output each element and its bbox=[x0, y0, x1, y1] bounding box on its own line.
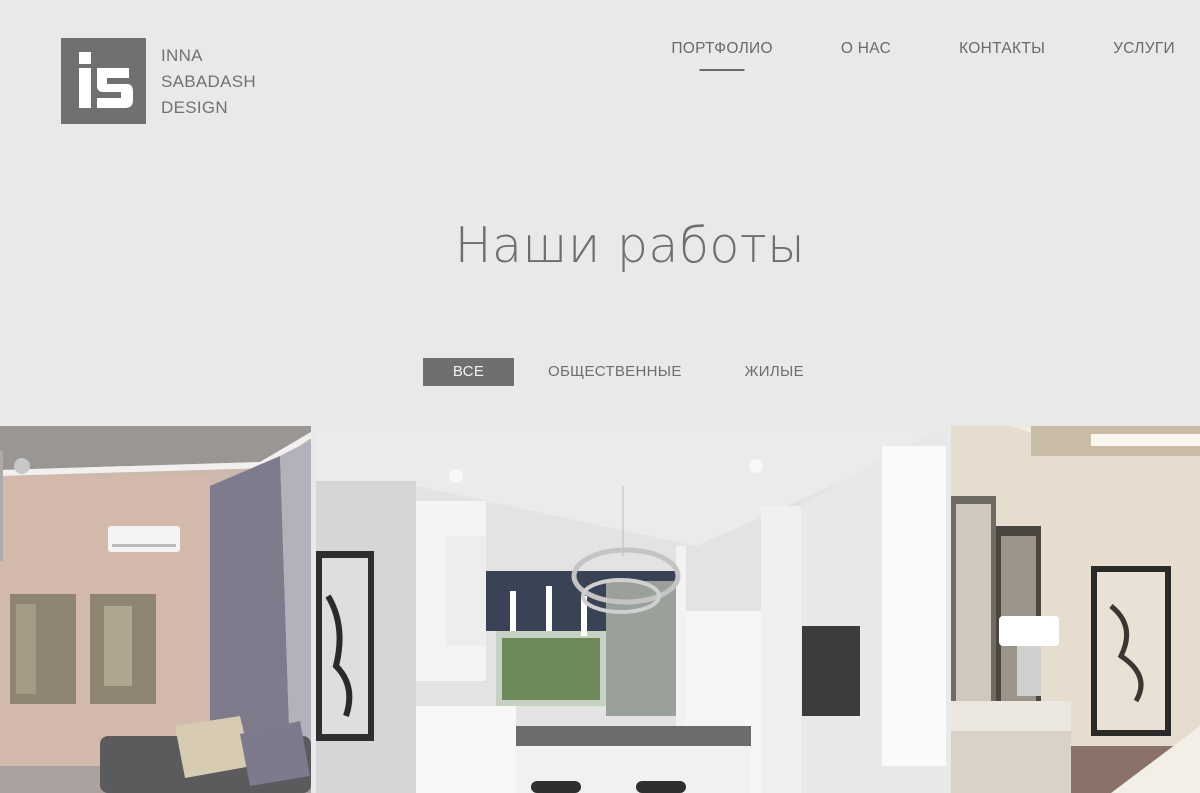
filter-public[interactable]: ОБЩЕСТВЕННЫЕ bbox=[548, 358, 682, 386]
bedroom-image bbox=[951, 426, 1200, 793]
brand-name: INNA SABADASH DESIGN bbox=[161, 43, 256, 121]
portfolio-item-living-room[interactable] bbox=[0, 426, 311, 793]
brand-logo[interactable]: INNA SABADASH DESIGN bbox=[61, 38, 256, 124]
brand-line-3: DESIGN bbox=[161, 98, 228, 117]
brand-line-1: INNA bbox=[161, 46, 203, 65]
portfolio-item-bedroom[interactable] bbox=[951, 426, 1200, 793]
filter-residential[interactable]: ЖИЛЫЕ bbox=[745, 358, 804, 386]
nav-item-about[interactable]: О НАС bbox=[841, 40, 891, 58]
kitchen-image bbox=[316, 426, 946, 793]
brand-line-2: SABADASH bbox=[161, 72, 256, 91]
main-nav: ПОРТФОЛИО О НАС КОНТАКТЫ УСЛУГИ bbox=[603, 40, 1175, 58]
living-room-image bbox=[0, 426, 311, 793]
logo-mark-icon bbox=[61, 38, 146, 124]
nav-item-contacts[interactable]: КОНТАКТЫ bbox=[959, 40, 1045, 58]
portfolio-item-kitchen[interactable] bbox=[316, 426, 946, 793]
nav-item-services[interactable]: УСЛУГИ bbox=[1113, 40, 1175, 58]
filter-all[interactable]: ВСЕ bbox=[423, 358, 514, 386]
portfolio-gallery bbox=[0, 426, 1200, 793]
page-title: Наши работы bbox=[454, 217, 806, 274]
portfolio-filters: ВСЕ ОБЩЕСТВЕННЫЕ ЖИЛЫЕ bbox=[423, 358, 804, 386]
nav-item-portfolio[interactable]: ПОРТФОЛИО bbox=[671, 40, 773, 58]
